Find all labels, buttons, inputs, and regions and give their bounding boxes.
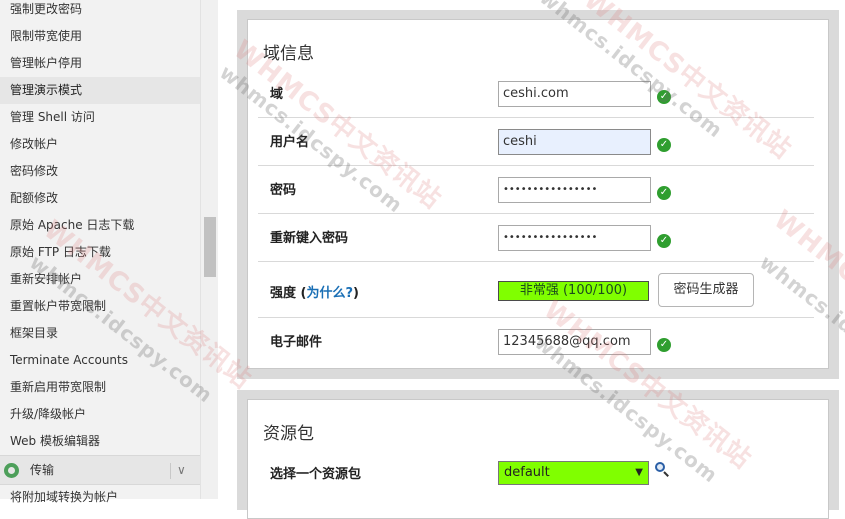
package-selected-value: default xyxy=(504,465,550,480)
row-divider xyxy=(258,317,814,318)
email-valid-icon: ✓ xyxy=(657,338,671,352)
email-label: 电子邮件 xyxy=(270,335,323,350)
sidebar-item-modify-account[interactable]: 修改帐户 xyxy=(0,131,200,158)
sidebar-item-limit-bandwidth[interactable]: 限制带宽使用 xyxy=(0,23,200,50)
sidebar-item-manage-shell-access[interactable]: 管理 Shell 访问 xyxy=(0,104,200,131)
sidebar-scrollbar[interactable] xyxy=(200,0,218,499)
package-select-label: 选择一个资源包 xyxy=(270,467,362,482)
magnifier-handle xyxy=(663,471,669,477)
sidebar-item-rearrange-account[interactable]: 重新安排帐户 xyxy=(0,266,200,293)
sidebar-item-raw-apache-log[interactable]: 原始 Apache 日志下载 xyxy=(0,212,200,239)
sidebar-item-upgrade-downgrade[interactable]: 升级/降级帐户 xyxy=(0,401,200,428)
package-panel: 资源包 选择一个资源包 default ▼ xyxy=(237,390,839,519)
scrollbar-thumb[interactable] xyxy=(204,217,216,277)
package-title: 资源包 xyxy=(263,424,314,444)
username-input[interactable]: ceshi xyxy=(498,129,651,155)
sidebar-item-web-template-editor[interactable]: Web 模板编辑器 xyxy=(0,428,200,455)
why-link[interactable]: 为什么? xyxy=(306,286,353,301)
magnifier-lens xyxy=(655,462,665,472)
sidebar-item-manage-demo-mode[interactable]: 管理演示模式 xyxy=(0,77,200,104)
domain-label: 域 xyxy=(270,87,284,102)
sidebar-item-quota-modification[interactable]: 配额修改 xyxy=(0,185,200,212)
row-divider xyxy=(258,117,814,118)
username-valid-icon: ✓ xyxy=(657,138,671,152)
sidebar: 强制更改密码 限制带宽使用 管理帐户停用 管理演示模式 管理 Shell 访问 … xyxy=(0,0,202,504)
row-divider xyxy=(258,261,814,262)
username-label: 用户名 xyxy=(270,135,310,150)
strength-label: 强度 (为什么?) xyxy=(270,286,359,301)
sidebar-group-label: 传输 xyxy=(30,463,55,477)
sidebar-item-password-modification[interactable]: 密码修改 xyxy=(0,158,200,185)
dropdown-arrow-icon: ▼ xyxy=(635,467,643,478)
package-select[interactable]: default ▼ xyxy=(498,461,649,485)
sidebar-item-convert-addon-domain[interactable]: 将附加域转换为帐户 xyxy=(10,488,118,505)
sidebar-item-reset-bandwidth-limit[interactable]: 重置帐户带宽限制 xyxy=(0,293,200,320)
sidebar-item-force-password-change[interactable]: 强制更改密码 xyxy=(0,0,200,23)
strength-meter: 非常强 (100/100) xyxy=(498,281,649,301)
strength-label-text: 强度 xyxy=(270,286,297,301)
sidebar-item-terminate-accounts[interactable]: Terminate Accounts xyxy=(0,347,200,374)
sidebar-group-transfer[interactable]: 传输 ∨ xyxy=(0,455,200,485)
sidebar-item-manage-suspension[interactable]: 管理帐户停用 xyxy=(0,50,200,77)
domain-input[interactable]: ceshi.com xyxy=(498,81,651,107)
password-valid-icon: ✓ xyxy=(657,186,671,200)
password-input[interactable]: •••••••••••••••• xyxy=(498,177,651,203)
sidebar-item-raw-ftp-log[interactable]: 原始 FTP 日志下载 xyxy=(0,239,200,266)
email-input[interactable]: 12345688@qq.com xyxy=(498,329,651,355)
password-confirm-input[interactable]: •••••••••••••••• xyxy=(498,225,651,251)
domain-valid-icon: ✓ xyxy=(657,90,671,104)
package-card: 资源包 选择一个资源包 default ▼ xyxy=(247,399,829,519)
sidebar-menu: 强制更改密码 限制带宽使用 管理帐户停用 管理演示模式 管理 Shell 访问 … xyxy=(0,0,200,455)
magnifier-icon[interactable] xyxy=(654,461,670,477)
row-divider xyxy=(258,213,814,214)
sidebar-item-frame-directory[interactable]: 框架目录 xyxy=(0,320,200,347)
sidebar-item-reenable-bandwidth-limit[interactable]: 重新启用带宽限制 xyxy=(0,374,200,401)
transfer-icon xyxy=(4,463,19,478)
password-confirm-valid-icon: ✓ xyxy=(657,234,671,248)
row-divider xyxy=(258,165,814,166)
password-generator-button[interactable]: 密码生成器 xyxy=(658,273,754,307)
domain-info-title: 域信息 xyxy=(263,44,314,64)
domain-info-card: 域信息 域 ceshi.com ✓ 用户名 ceshi ✓ 密码 •••••••… xyxy=(247,19,829,369)
chevron-down-icon[interactable]: ∨ xyxy=(177,456,186,484)
group-divider xyxy=(170,463,171,479)
password-confirm-label: 重新键入密码 xyxy=(270,231,349,246)
domain-info-panel: 域信息 域 ceshi.com ✓ 用户名 ceshi ✓ 密码 •••••••… xyxy=(237,10,839,379)
password-label: 密码 xyxy=(270,183,297,198)
